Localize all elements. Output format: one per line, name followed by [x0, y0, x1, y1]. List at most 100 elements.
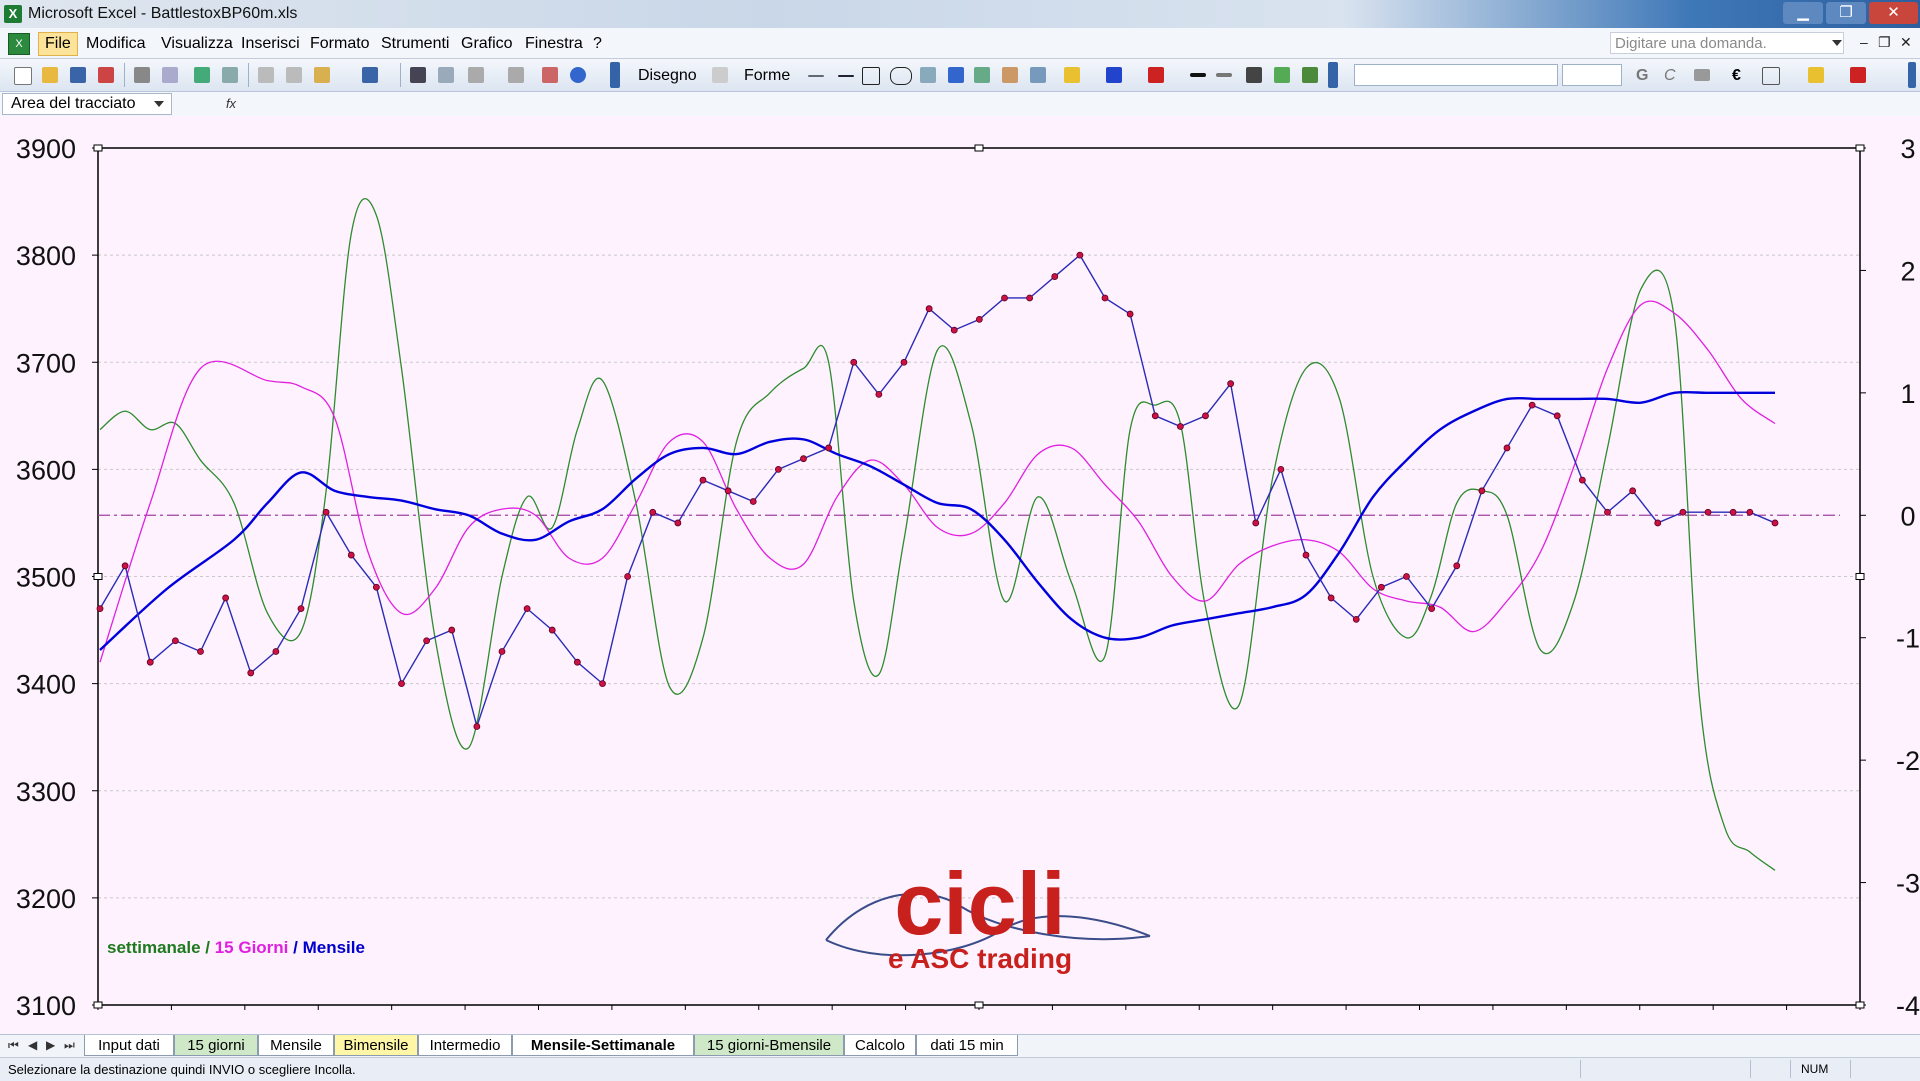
- menu-file[interactable]: File: [38, 32, 78, 56]
- series-point-prezzo: [573, 658, 581, 666]
- font-size-select[interactable]: [1562, 64, 1622, 86]
- menu-modifica[interactable]: Modifica: [86, 35, 146, 53]
- textbox-icon[interactable]: [920, 67, 936, 83]
- arrow-icon[interactable]: [838, 75, 854, 77]
- menu-finestra[interactable]: Finestra: [525, 35, 583, 53]
- wordart-icon[interactable]: [948, 67, 964, 83]
- menu-inserisci[interactable]: Inserisci: [241, 35, 300, 53]
- chevron-down-icon[interactable]: [154, 101, 164, 107]
- legend-entry: 15 Giorni: [215, 938, 289, 957]
- print-preview-icon[interactable]: [162, 67, 178, 83]
- line-style-icon[interactable]: [1190, 73, 1206, 77]
- dash-style-icon[interactable]: [1216, 73, 1232, 77]
- hyperlink-icon[interactable]: [410, 67, 426, 83]
- save-icon[interactable]: [70, 67, 86, 83]
- borders-icon[interactable]: [1762, 67, 1780, 85]
- help-icon[interactable]: [570, 67, 586, 83]
- help-search-input[interactable]: Digitare una domanda.: [1610, 32, 1844, 54]
- undo-icon[interactable]: [362, 67, 378, 83]
- clipart-icon[interactable]: [1002, 67, 1018, 83]
- fill-color-icon[interactable]: [1064, 67, 1080, 83]
- series-point-prezzo: [473, 723, 481, 730]
- maximize-button[interactable]: ❐: [1826, 2, 1866, 24]
- line-color-icon[interactable]: [1106, 67, 1122, 83]
- last-sheet-button[interactable]: ⏭: [64, 1038, 75, 1053]
- bold-button[interactable]: G: [1636, 67, 1648, 85]
- research-icon[interactable]: [222, 67, 238, 83]
- doc-close-button[interactable]: ✕: [1900, 34, 1912, 51]
- sheet-tab[interactable]: Mensile: [258, 1035, 334, 1056]
- series-point-prezzo: [1101, 294, 1109, 302]
- sheet-tab[interactable]: dati 15 min: [916, 1035, 1018, 1056]
- fx-icon[interactable]: fx: [220, 93, 242, 115]
- menu-strumenti[interactable]: Strumenti: [381, 35, 449, 53]
- 3d-style-icon[interactable]: [1302, 67, 1318, 83]
- series-point-prezzo: [1302, 551, 1310, 559]
- toolbar-gripper[interactable]: [1328, 62, 1338, 88]
- series-point-prezzo: [372, 583, 380, 591]
- sheet-tab[interactable]: Intermedio: [418, 1035, 512, 1056]
- oval-icon[interactable]: [890, 67, 912, 85]
- select-arrow-icon[interactable]: [712, 67, 728, 83]
- sheet-tab[interactable]: Bimensile: [334, 1035, 418, 1056]
- series-point-prezzo: [423, 637, 431, 645]
- new-file-icon[interactable]: [14, 67, 32, 85]
- series-point-prezzo: [724, 487, 732, 495]
- paste-icon[interactable]: [314, 67, 330, 83]
- close-button[interactable]: ✕: [1869, 2, 1918, 24]
- next-sheet-button[interactable]: ▶: [46, 1038, 55, 1052]
- doc-restore-button[interactable]: ❐: [1878, 34, 1891, 51]
- chart-wizard-icon[interactable]: [438, 67, 454, 83]
- font-color-icon[interactable]: [1148, 67, 1164, 83]
- sheet-tab[interactable]: Calcolo: [844, 1035, 916, 1056]
- print-icon[interactable]: [134, 67, 150, 83]
- diagram-icon[interactable]: [974, 67, 990, 83]
- menu-help[interactable]: ?: [593, 35, 602, 53]
- series-point-prezzo: [1679, 508, 1687, 516]
- toolbar-gripper[interactable]: [610, 62, 620, 88]
- series-point-prezzo: [1528, 401, 1536, 409]
- series-point-prezzo: [1151, 412, 1159, 420]
- shadow-icon[interactable]: [1274, 67, 1290, 83]
- sheet-tab[interactable]: Input dati: [84, 1035, 174, 1056]
- open-folder-icon[interactable]: [42, 67, 58, 83]
- line-icon[interactable]: [808, 75, 824, 77]
- workbook-icon[interactable]: X: [8, 33, 30, 55]
- name-box[interactable]: Area del tracciato: [2, 93, 172, 115]
- excel-icon[interactable]: X: [4, 5, 22, 23]
- series-point-prezzo: [1051, 273, 1059, 280]
- chart-icon[interactable]: [542, 67, 558, 83]
- shapes-menu[interactable]: Forme: [744, 67, 790, 85]
- autosum-icon[interactable]: [468, 67, 484, 83]
- chart-svg[interactable]: 3900 3800 3700 3600 3500 3400 3300 3200 3100 3 2 1 0…: [0, 116, 1920, 1034]
- font-name-select[interactable]: [1354, 64, 1558, 86]
- toolbar-gripper[interactable]: [1908, 62, 1916, 88]
- series-point-prezzo: [398, 680, 405, 688]
- align-icon[interactable]: [1694, 69, 1710, 81]
- menu-visualizza[interactable]: Visualizza: [161, 35, 233, 53]
- doc-minimize-button[interactable]: –: [1860, 34, 1868, 50]
- menu-grafico[interactable]: Grafico: [461, 35, 513, 53]
- first-sheet-button[interactable]: ⏮: [8, 1038, 19, 1053]
- chart-area[interactable]: 3900 3800 3700 3600 3500 3400 3300 3200 3100 3 2 1 0…: [0, 116, 1920, 1034]
- euro-button[interactable]: €: [1732, 67, 1741, 85]
- arrow-style-icon[interactable]: [1246, 67, 1262, 83]
- spelling-icon[interactable]: [194, 67, 210, 83]
- draw-menu[interactable]: Disegno: [638, 67, 697, 85]
- minimize-button[interactable]: ▁: [1783, 2, 1823, 24]
- picture-icon[interactable]: [1030, 67, 1046, 83]
- sort-icon[interactable]: [508, 67, 524, 83]
- fill-color-icon[interactable]: [1808, 67, 1824, 83]
- prev-sheet-button[interactable]: ◀: [28, 1038, 37, 1052]
- permission-icon[interactable]: [98, 67, 114, 83]
- rectangle-icon[interactable]: [862, 67, 880, 85]
- sheet-tab[interactable]: Mensile-Settimanale: [512, 1035, 694, 1056]
- font-color-icon[interactable]: [1850, 67, 1866, 83]
- italic-button[interactable]: C: [1664, 67, 1676, 85]
- sheet-tab[interactable]: 15 giorni: [174, 1035, 258, 1056]
- copy-icon[interactable]: [286, 67, 302, 83]
- cut-icon[interactable]: [258, 67, 274, 83]
- menu-formato[interactable]: Formato: [310, 35, 370, 53]
- sheet-tab[interactable]: 15 giorni-Bmensile: [694, 1035, 844, 1056]
- chevron-down-icon[interactable]: [1832, 40, 1842, 46]
